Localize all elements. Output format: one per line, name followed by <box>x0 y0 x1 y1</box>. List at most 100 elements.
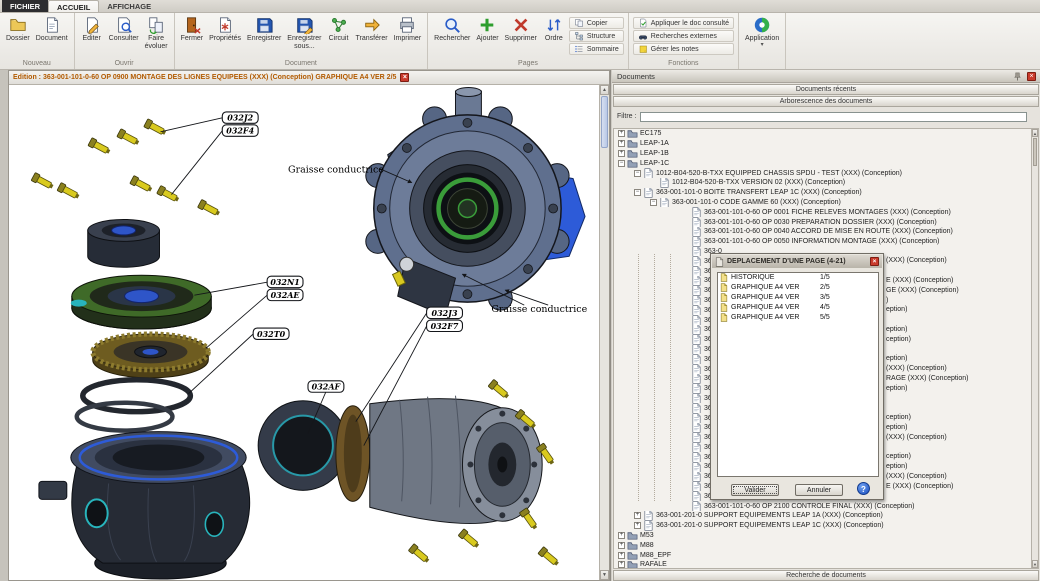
viewer-close-button[interactable]: × <box>400 73 409 82</box>
supprimer-button[interactable]: Supprimer <box>502 14 540 43</box>
tab-fichier[interactable]: FICHIER <box>2 0 48 12</box>
ribbon: DossierDocumentNouveauEditerConsulterFai… <box>0 13 1040 70</box>
collapse-icon[interactable]: − <box>650 199 657 206</box>
expand-icon[interactable]: + <box>618 542 625 549</box>
cancel-button[interactable]: Annuler <box>795 484 843 496</box>
panel-close-button[interactable]: × <box>1027 72 1036 81</box>
tree-item[interactable]: +363-001-201-0 SUPPORT EQUIPEMENTS LEAP … <box>614 521 1031 531</box>
tree-item[interactable]: −1012-B04-520-B-TXX EQUIPPED CHASSIS SPD… <box>614 168 1031 178</box>
page-icon <box>691 491 702 501</box>
evolve-icon <box>147 16 165 34</box>
expand-icon[interactable]: + <box>618 150 625 157</box>
validate-button[interactable]: Valider <box>731 484 779 496</box>
tree-item[interactable]: +M88_EPF <box>614 550 1031 560</box>
svg-text:032J2: 032J2 <box>227 114 253 123</box>
dialog-page-item[interactable]: GRAPHIQUE A4 VER3/5 <box>718 293 878 303</box>
dialog-page-item[interactable]: HISTORIQUE1/5 <box>718 273 878 283</box>
tree-item[interactable]: 363-001-101-0-60 OP 0030 PREPARATION DOS… <box>614 217 1031 227</box>
collapse-icon[interactable]: − <box>634 170 641 177</box>
editer-button[interactable]: Editer <box>78 14 106 43</box>
propri-t-s-button[interactable]: Propriétés <box>206 14 244 43</box>
collapse-icon[interactable]: − <box>634 189 641 196</box>
tree-item[interactable]: 1012-B04-520-B-TXX VERSION 02 (XXX) (Con… <box>614 178 1031 188</box>
tree-item[interactable]: − 363-001-101-0 BOITE TRANSFERT LEAP 1C (… <box>614 188 1031 198</box>
circuit-button[interactable]: Circuit <box>325 14 353 43</box>
tree-item[interactable]: +LEAP-1A <box>614 139 1031 149</box>
consulter-button[interactable]: Consulter <box>106 14 142 43</box>
fermer-button[interactable]: Fermer <box>178 14 207 43</box>
tree-item[interactable]: 363-001-101-0-60 OP 0001 FICHE RELEVES M… <box>614 207 1031 217</box>
expand-icon[interactable]: + <box>634 522 641 529</box>
button-label: Imprimer <box>394 35 422 43</box>
expand-icon[interactable]: + <box>618 140 625 147</box>
dialog-close-button[interactable]: × <box>870 257 879 266</box>
scroll-thumb[interactable] <box>1033 138 1037 166</box>
application-icon <box>753 16 771 34</box>
structure-icon <box>574 31 584 41</box>
enregistrer-button[interactable]: Enregistrer <box>244 14 284 43</box>
tree-item[interactable]: +LEAP-1B <box>614 149 1031 159</box>
scroll-up-icon[interactable]: ▲ <box>600 85 609 95</box>
section-arborescence[interactable]: Arborescence des documents <box>613 96 1039 107</box>
button-label: Circuit <box>329 35 349 43</box>
tab-affichage[interactable]: AFFICHAGE <box>99 0 159 12</box>
filter-input[interactable] <box>640 112 1027 122</box>
expand-icon[interactable]: + <box>618 552 625 559</box>
pin-icon[interactable] <box>1013 72 1022 81</box>
tree-item[interactable]: 363-001-101-0-60 OP 0040 ACCORD DE MISE … <box>614 227 1031 237</box>
viewer-scrollbar[interactable]: ▲ ▼ <box>599 85 609 580</box>
g-rer-les-notes-button[interactable]: Gérer les notes <box>633 43 734 55</box>
dialog-page-item[interactable]: GRAPHIQUE A4 VER4/5 <box>718 302 878 312</box>
tree-item-label: 363-001-101-0-60 OP 2100 CONTROLE FINAL … <box>704 503 915 510</box>
recherches-externes-button[interactable]: Recherches externes <box>633 30 734 42</box>
tree-item-label: RAFALE <box>640 561 667 568</box>
drum-assembly <box>258 396 542 524</box>
tree-item[interactable]: 363-001-101-0-60 OP 0050 INFORMATION MON… <box>614 237 1031 247</box>
copier-button[interactable]: Copier <box>569 17 624 29</box>
dialog-page-item[interactable]: GRAPHIQUE A4 VER2/5 <box>718 283 878 293</box>
expand-icon[interactable]: + <box>618 532 625 539</box>
transf-rer-button[interactable]: Transférer <box>353 14 391 43</box>
section-recherche-documents[interactable]: Recherche de documents <box>613 570 1039 581</box>
tree-item[interactable]: 363-001-101-0-60 OP 2100 CONTROLE FINAL … <box>614 501 1031 511</box>
expand-icon[interactable]: + <box>618 561 625 568</box>
tree-item[interactable]: −363-001-101-0 CODE GAMME 60 (XXX) (Conc… <box>614 198 1031 208</box>
rechercher-button[interactable]: Rechercher <box>431 14 473 43</box>
enregistrer-sous-button[interactable]: Enregistrer sous... <box>284 14 324 51</box>
scroll-down-icon[interactable]: ▼ <box>1032 560 1038 568</box>
tree-scrollbar[interactable]: ▲ ▼ <box>1031 128 1039 569</box>
tree-item-label: 363-001-101-0 BOITE TRANSFERT LEAP 1C (X… <box>656 189 862 196</box>
tree-item[interactable]: +363-001-201-0 SUPPORT EQUIPEMENTS LEAP … <box>614 511 1031 521</box>
ajouter-button[interactable]: Ajouter <box>473 14 501 43</box>
scroll-down-icon[interactable]: ▼ <box>600 570 609 580</box>
appliquer-le-doc-consult-button[interactable]: Appliquer le doc consulté <box>633 17 734 29</box>
imprimer-button[interactable]: Imprimer <box>391 14 425 43</box>
sommaire-button[interactable]: Sommaire <box>569 43 624 55</box>
button-label: Fermer <box>181 35 204 43</box>
expand-icon[interactable]: + <box>618 130 625 137</box>
ordre-button[interactable]: Ordre <box>540 14 568 43</box>
scroll-up-icon[interactable]: ▲ <box>1032 129 1038 137</box>
application-button[interactable]: Application▾ <box>742 14 782 48</box>
structure-button[interactable]: Structure <box>569 30 624 42</box>
tree-item[interactable]: + RAFALE <box>614 560 1031 569</box>
help-button[interactable]: ? <box>857 482 870 495</box>
expand-icon[interactable]: + <box>634 512 641 519</box>
document-button[interactable]: Document <box>33 14 71 43</box>
page-icon <box>691 217 702 227</box>
cad-canvas[interactable]: 032J2032F4032N1032AE032T0032J3032F7032AF… <box>9 85 599 580</box>
dossier-button[interactable]: Dossier <box>3 14 33 43</box>
tab-accueil[interactable]: ACCUEIL <box>48 0 99 12</box>
collapse-icon[interactable]: − <box>618 160 625 167</box>
section-documents-recents[interactable]: Documents récents <box>613 84 1039 95</box>
scroll-thumb[interactable] <box>601 96 608 148</box>
folder-icon <box>627 560 638 569</box>
consult-icon <box>115 16 133 34</box>
tree-item[interactable]: +M88 <box>614 540 1031 550</box>
tree-item[interactable]: +EC175 <box>614 129 1031 139</box>
dialog-page-item[interactable]: GRAPHIQUE A4 VER5/5 <box>718 312 878 322</box>
faire-voluer-button[interactable]: Faire évoluer <box>142 14 171 51</box>
dialog-title-bar: DEPLACEMENT D'UNE PAGE (4-21) × <box>712 255 882 268</box>
tree-item[interactable]: −LEAP-1C <box>614 158 1031 168</box>
tree-item[interactable]: +M53 <box>614 531 1031 541</box>
